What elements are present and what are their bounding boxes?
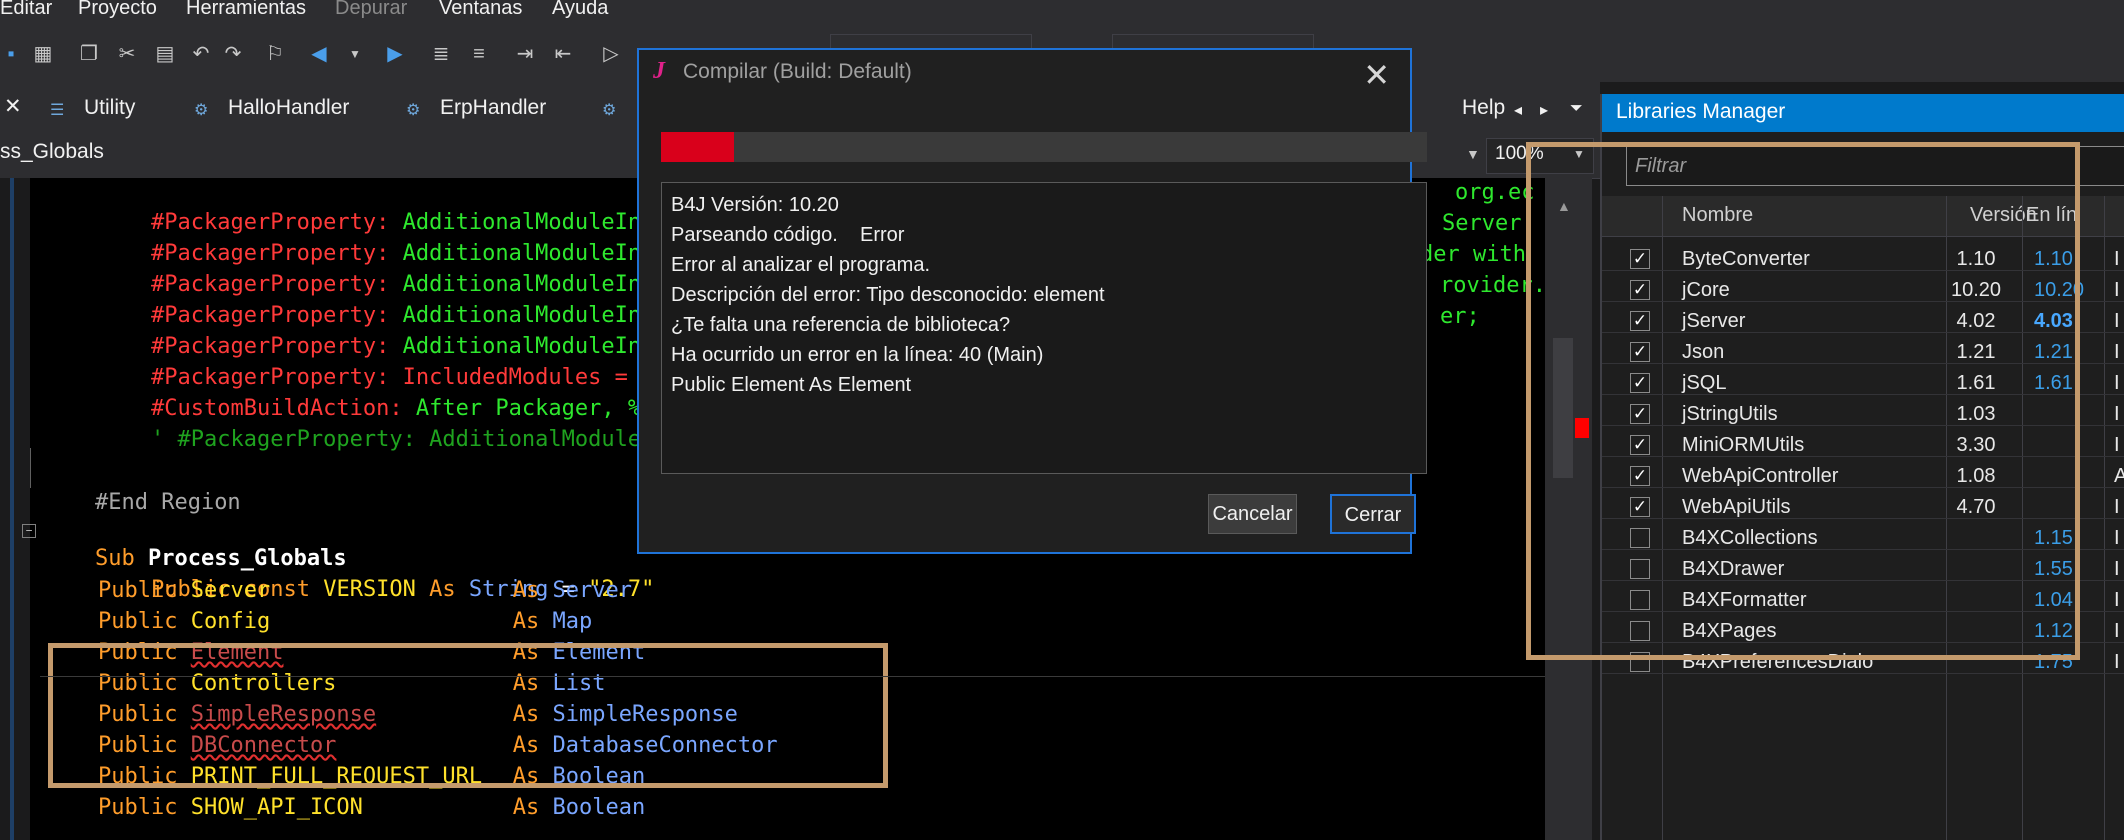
module-selector[interactable]: ss_Globals xyxy=(0,140,104,164)
comment-icon[interactable]: ≣ xyxy=(430,42,452,66)
comment-line: ' #PackagerProperty: AdditionalModuleIn xyxy=(150,427,668,452)
annotation-box-libraries xyxy=(1526,142,2080,660)
public-keyword: Public xyxy=(98,609,178,634)
declaration-line: Public Server As Server xyxy=(98,576,632,606)
tab-hallohandler[interactable]: HalloHandler xyxy=(228,96,349,120)
tab-utility[interactable]: Utility xyxy=(84,96,135,120)
run-icon[interactable]: ▷ xyxy=(600,42,622,66)
code-fragment: er; xyxy=(1440,304,1480,329)
scroll-right-icon[interactable]: ▸ xyxy=(1540,100,1548,120)
library-extra-column: I xyxy=(2114,403,2120,425)
handler-icon: ⚙ xyxy=(602,102,617,119)
close-button[interactable]: Cerrar xyxy=(1330,494,1416,534)
library-extra-column: I xyxy=(2114,651,2120,673)
line-number-gutter xyxy=(0,178,30,840)
forward-icon[interactable]: ▶ xyxy=(384,42,406,66)
row-divider xyxy=(1602,673,2124,674)
scroll-left-icon[interactable]: ◂ xyxy=(1514,100,1522,120)
type-name: Server xyxy=(552,578,632,603)
log-line: B4J Versión: 10.20 xyxy=(671,194,839,216)
log-line: ¿Te falta una referencia de biblioteca? xyxy=(671,314,1011,336)
as-keyword: As xyxy=(512,578,540,603)
public-keyword: Public xyxy=(98,795,178,820)
menu-herramientas[interactable]: Herramientas xyxy=(186,0,306,20)
undo-icon[interactable]: ↶ xyxy=(190,42,212,66)
code-fragment: der with xyxy=(1420,242,1526,267)
menu-proyecto[interactable]: Proyecto xyxy=(78,0,157,20)
progress-fill xyxy=(661,132,734,162)
handler-icon: ⚙ xyxy=(194,102,209,119)
library-extra-column: I xyxy=(2114,589,2120,611)
b4j-logo-icon: J xyxy=(653,58,665,84)
library-extra-column: I xyxy=(2114,372,2120,394)
log-line: Error al analizar el programa. xyxy=(671,254,930,276)
redo-icon[interactable]: ↷ xyxy=(222,42,244,66)
annotation-box-code xyxy=(48,643,888,788)
variable-name: Config xyxy=(190,609,271,634)
variable-name: SHOW_API_ICON xyxy=(190,795,363,820)
code-fragment: Server xyxy=(1442,211,1522,236)
library-extra-column: I xyxy=(2114,558,2120,580)
save-all-icon[interactable]: ▦ xyxy=(32,42,54,66)
declaration-line: Public SHOW_API_ICON As Boolean xyxy=(98,793,645,823)
tab-menu-icon[interactable]: ⏷ xyxy=(1570,100,1583,118)
dialog-title: Compilar (Build: Default) xyxy=(683,60,912,83)
menu-bar: Editar Proyecto Herramientas Depurar Ven… xyxy=(0,0,2124,26)
code-fragment: org.ec xyxy=(1455,180,1535,205)
library-extra-column: I xyxy=(2114,279,2120,301)
library-extra-column: I xyxy=(2114,496,2120,518)
as-keyword: As xyxy=(512,795,540,820)
variable-name: Server xyxy=(190,578,271,603)
module-icon: ☰ xyxy=(50,102,65,119)
library-extra-column: I xyxy=(2114,341,2120,363)
cut-icon[interactable]: ✂ xyxy=(116,42,138,66)
bookmark-icon[interactable]: ⚐ xyxy=(264,42,286,66)
menu-ayuda[interactable]: Ayuda xyxy=(552,0,608,20)
paste-icon[interactable]: ▤ xyxy=(154,42,176,66)
fold-line xyxy=(30,448,31,488)
log-line: Parseando código. Error xyxy=(671,224,905,246)
as-keyword: As xyxy=(512,609,540,634)
log-line: Public Element As Element xyxy=(671,374,912,396)
dropdown-icon[interactable]: ▼ xyxy=(1466,146,1480,162)
compile-log[interactable]: B4J Versión: 10.20 Parseando código. Erro… xyxy=(661,182,1427,474)
declaration-line: Public Config As Map xyxy=(98,607,592,637)
compile-dialog: J Compilar (Build: Default) ✕ B4J Versió… xyxy=(637,48,1427,554)
public-keyword: Public xyxy=(98,578,178,603)
back-dropdown-icon[interactable]: ▼ xyxy=(344,42,366,66)
library-extra-column: I xyxy=(2114,434,2120,456)
gutter-marker xyxy=(10,178,14,840)
library-extra-column: I xyxy=(2114,248,2120,270)
back-icon[interactable]: ◀ xyxy=(308,42,330,66)
menu-ventanas[interactable]: Ventanas xyxy=(439,0,522,20)
close-tab-icon[interactable]: ✕ xyxy=(4,94,22,119)
panel-title: Libraries Manager xyxy=(1616,100,1786,123)
library-extra-column: I xyxy=(2114,527,2120,549)
type-name: Boolean xyxy=(552,795,646,820)
tab-help[interactable]: Help xyxy=(1462,96,1505,120)
log-line: Descripción del error: Tipo desconocido:… xyxy=(671,284,1105,306)
libraries-manager-titlebar: Libraries Manager xyxy=(1602,94,2124,132)
type-name: Map xyxy=(552,609,593,634)
end-region: #End Region xyxy=(94,490,241,515)
uncomment-icon[interactable]: ≡ xyxy=(468,42,490,66)
fold-toggle-icon[interactable]: − xyxy=(22,524,36,538)
indent-icon[interactable]: ⇥ xyxy=(514,42,536,66)
progress-bar xyxy=(661,132,1427,162)
tab-erphandler[interactable]: ErpHandler xyxy=(440,96,546,120)
save-icon[interactable]: ▪ xyxy=(0,42,22,66)
copy-icon[interactable]: ❐ xyxy=(78,42,100,66)
library-extra-column: I xyxy=(2114,620,2120,642)
outdent-icon[interactable]: ⇤ xyxy=(552,42,574,66)
cancel-button[interactable]: Cancelar xyxy=(1208,494,1297,534)
handler-icon: ⚙ xyxy=(406,102,421,119)
library-extra-column: I xyxy=(2114,310,2120,332)
close-icon[interactable]: ✕ xyxy=(1363,56,1390,94)
menu-depurar[interactable]: Depurar xyxy=(335,0,407,20)
menu-editar[interactable]: Editar xyxy=(0,0,52,20)
library-extra-column: A xyxy=(2114,465,2124,487)
current-line-highlight xyxy=(40,676,1545,677)
log-line: Ha ocurrido un error en la línea: 40 (Ma… xyxy=(671,344,1044,366)
